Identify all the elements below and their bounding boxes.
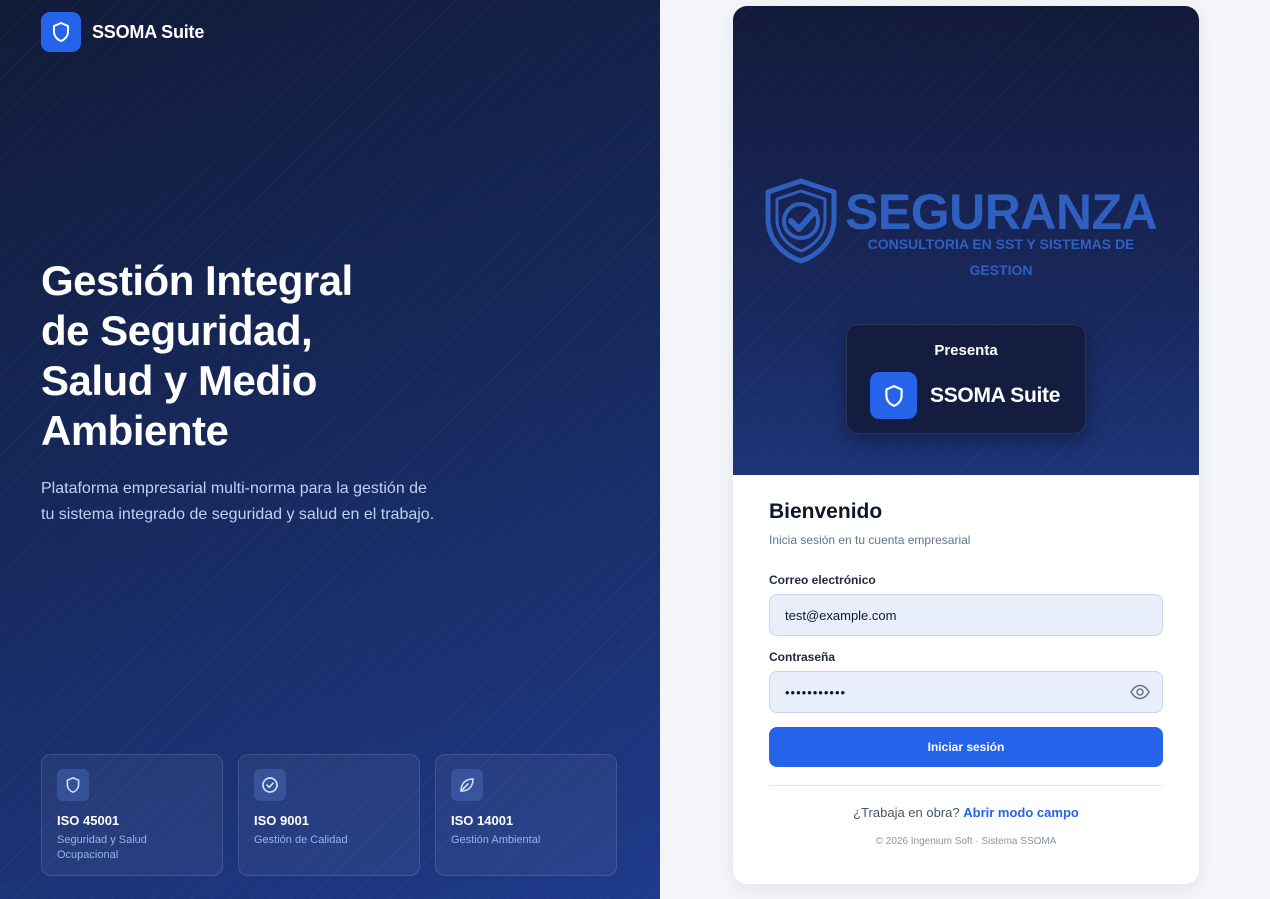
- iso-card-45001: ISO 45001 Seguridad y Salud Ocupacional: [41, 754, 223, 876]
- leaf-icon: [451, 769, 483, 801]
- logo-tag-line: GESTION: [969, 262, 1033, 278]
- iso-cards: ISO 45001 Seguridad y Salud Ocupacional …: [41, 754, 617, 876]
- iso-desc: Gestión Ambiental: [451, 833, 601, 848]
- shield-icon: [41, 12, 81, 52]
- hero-title-line: Ambiente: [41, 407, 229, 454]
- iso-desc-line: Gestión de Calidad: [254, 834, 348, 846]
- logo-tag-line: CONSULTORIA EN SST Y SISTEMAS DE: [867, 236, 1135, 252]
- email-value: test@example.com: [785, 607, 897, 623]
- password-value: •••••••••••: [785, 684, 847, 700]
- hero-title: Gestión Integral de Seguridad, Salud y M…: [41, 256, 461, 456]
- presenta-brand: SSOMA Suite: [870, 372, 1060, 419]
- presenta-label: Presenta: [934, 342, 998, 359]
- left-panel: SSOMA Suite Gestión Integral de Segurida…: [0, 0, 660, 899]
- brand-name: SSOMA Suite: [92, 21, 205, 42]
- divider: [769, 785, 1163, 786]
- iso-title: ISO 9001: [254, 813, 309, 828]
- field-mode-question: ¿Trabaja en obra?: [853, 805, 960, 820]
- login-form: Bienvenido Inicia sesión en tu cuenta em…: [769, 500, 1163, 847]
- iso-desc-line: Ocupacional: [57, 849, 119, 861]
- iso-card-14001: ISO 14001 Gestión Ambiental: [435, 754, 617, 876]
- iso-card-9001: ISO 9001 Gestión de Calidad: [238, 754, 420, 876]
- presenta-name: SSOMA Suite: [930, 383, 1061, 407]
- check-circle-icon: [254, 769, 286, 801]
- hero: Gestión Integral de Seguridad, Salud y M…: [41, 256, 461, 528]
- field-mode-row: ¿Trabaja en obra? Abrir modo campo: [769, 805, 1163, 820]
- seguranza-logo-icon: [763, 178, 839, 269]
- seguranza-logo-tagline: CONSULTORIA EN SST Y SISTEMAS DE GESTION: [841, 231, 1161, 283]
- eye-icon[interactable]: [1130, 683, 1150, 706]
- hero-title-line: Salud y Medio: [41, 357, 317, 404]
- shield-icon: [870, 372, 917, 419]
- iso-desc: Seguridad y Salud Ocupacional: [57, 833, 207, 863]
- iso-desc-line: Gestión Ambiental: [451, 834, 541, 846]
- iso-title: ISO 14001: [451, 813, 514, 828]
- copyright: © 2026 Ingenium Soft · Sistema SSOMA: [875, 836, 1057, 847]
- shield-icon: [57, 769, 89, 801]
- login-title: Bienvenido: [769, 500, 883, 523]
- iso-title: ISO 45001: [57, 813, 120, 828]
- login-subtitle: Inicia sesión en tu cuenta empresarial: [769, 533, 971, 547]
- iso-desc-line: Seguridad y Salud: [57, 834, 147, 846]
- card-header: SEGURANZA CONSULTORIA EN SST Y SISTEMAS …: [733, 6, 1199, 475]
- email-label: Correo electrónico: [769, 573, 876, 587]
- hero-subtitle: Plataforma empresarial multi-norma para …: [41, 480, 435, 523]
- presenta-box: Presenta SSOMA Suite: [846, 324, 1086, 434]
- iso-desc: Gestión de Calidad: [254, 833, 404, 848]
- hero-title-line: de Seguridad,: [41, 307, 313, 354]
- login-button[interactable]: Iniciar sesión: [769, 727, 1163, 767]
- password-field[interactable]: •••••••••••: [769, 671, 1163, 713]
- password-label: Contraseña: [769, 650, 836, 664]
- login-card: SEGURANZA CONSULTORIA EN SST Y SISTEMAS …: [733, 6, 1199, 884]
- field-mode-link[interactable]: Abrir modo campo: [963, 805, 1079, 820]
- hero-title-line: Gestión Integral: [41, 257, 353, 304]
- email-field[interactable]: test@example.com: [769, 594, 1163, 636]
- brand: SSOMA Suite: [41, 12, 204, 52]
